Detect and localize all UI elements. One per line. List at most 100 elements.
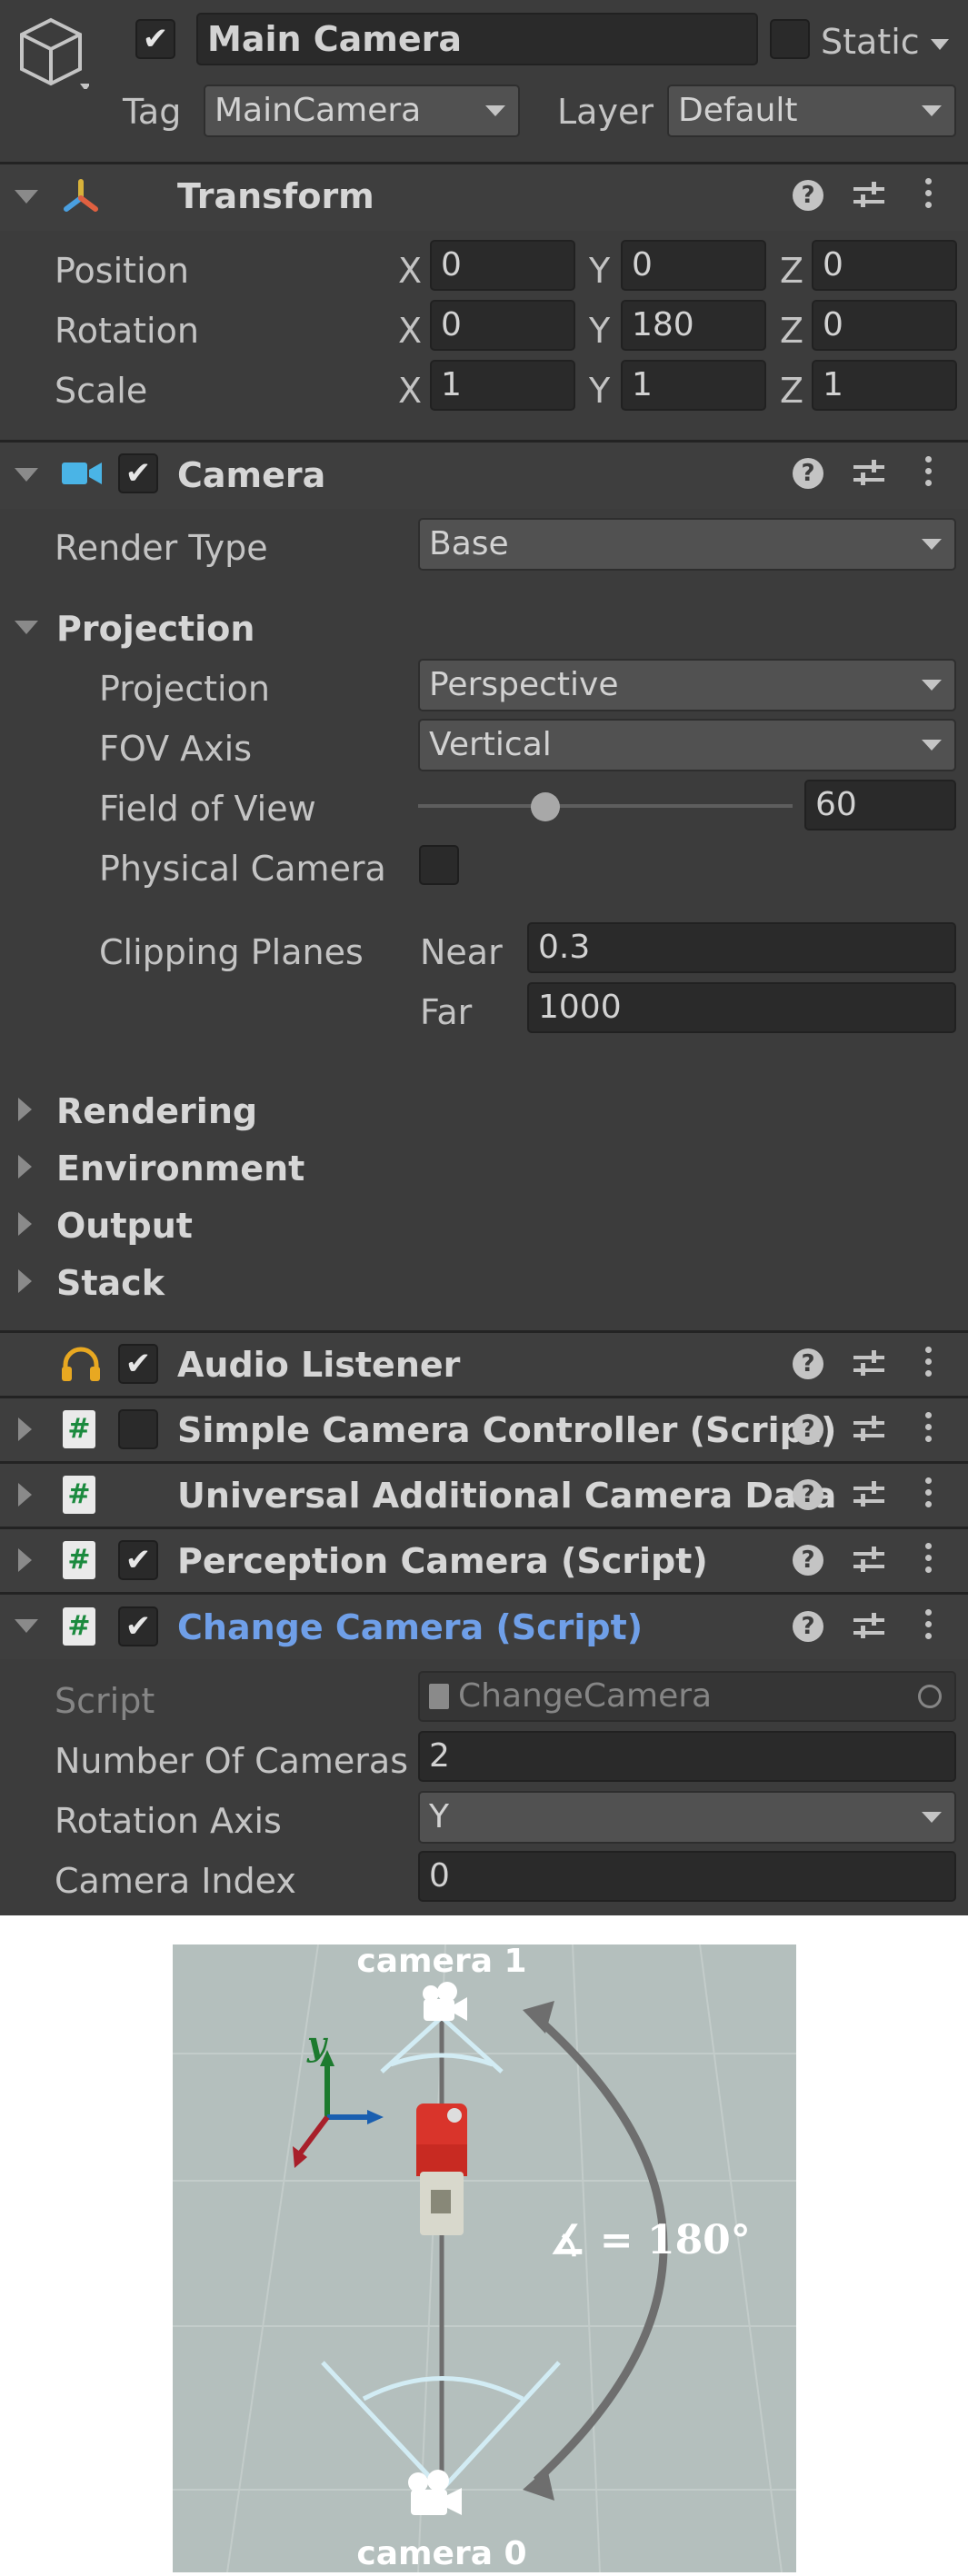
rotation-axis-dropdown[interactable]: Y	[418, 1791, 956, 1844]
kebab-menu-icon[interactable]	[925, 1412, 933, 1447]
object-picker-icon[interactable]	[918, 1685, 942, 1708]
axis-z-label[interactable]: Z	[780, 313, 803, 348]
headphones-icon	[60, 1345, 102, 1383]
fov-slider[interactable]	[418, 791, 793, 821]
axis-z-label[interactable]: Z	[780, 254, 803, 288]
kebab-menu-icon[interactable]	[925, 178, 933, 214]
scale-y-field[interactable]: 1	[621, 360, 766, 411]
preset-sliders-icon[interactable]	[853, 1416, 884, 1443]
fov-slider-track[interactable]	[418, 804, 793, 808]
far-label: Far	[420, 992, 473, 1032]
axis-y-label[interactable]: Y	[589, 254, 610, 288]
help-icon[interactable]: ?	[793, 1479, 823, 1510]
projection-dropdown[interactable]: Perspective	[418, 659, 956, 711]
environment-foldout[interactable]	[18, 1155, 32, 1179]
perception-foldout[interactable]	[18, 1548, 32, 1572]
rendering-section-title[interactable]: Rendering	[56, 1094, 257, 1129]
change-camera-checkbox[interactable]: ✔	[118, 1606, 158, 1646]
layer-dropdown[interactable]: Default	[667, 85, 956, 137]
rotation-label: Rotation	[55, 311, 199, 351]
cube-icon[interactable]	[16, 16, 91, 91]
camera-foldout[interactable]	[15, 468, 38, 482]
fov-axis-dropdown[interactable]: Vertical	[418, 719, 956, 771]
projection-label: Projection	[99, 669, 270, 709]
scale-z-field[interactable]: 1	[812, 360, 957, 411]
rotation-z-field[interactable]: 0	[812, 300, 957, 351]
number-of-cameras-field[interactable]: 2	[418, 1731, 956, 1782]
camera-index-field[interactable]: 0	[418, 1851, 956, 1902]
camera-title: Camera	[177, 455, 326, 495]
kebab-menu-icon[interactable]	[925, 1609, 933, 1645]
render-type-dropdown[interactable]: Base	[418, 518, 956, 571]
number-of-cameras-label: Number Of Cameras	[55, 1741, 409, 1781]
axis-x-label[interactable]: X	[398, 373, 422, 408]
physical-camera-checkbox[interactable]	[419, 845, 459, 885]
help-icon[interactable]: ?	[793, 1414, 823, 1445]
transform-title: Transform	[177, 176, 374, 216]
preset-sliders-icon[interactable]	[853, 460, 884, 487]
transform-foldout[interactable]	[15, 190, 38, 204]
rotation-y-field[interactable]: 180	[621, 300, 766, 351]
rendering-foldout[interactable]	[18, 1098, 32, 1121]
help-icon[interactable]: ?	[793, 458, 823, 489]
help-icon[interactable]: ?	[793, 1348, 823, 1379]
camera-0-label: camera 0	[356, 2535, 526, 2572]
script-icon: #	[63, 1476, 95, 1514]
tag-dropdown[interactable]: MainCamera	[204, 85, 520, 137]
preset-sliders-icon[interactable]	[853, 182, 884, 209]
universal-data-foldout[interactable]	[18, 1483, 32, 1507]
near-field[interactable]: 0.3	[527, 922, 956, 973]
simple-controller-foldout[interactable]	[18, 1417, 32, 1441]
axis-y-label[interactable]: Y	[589, 373, 610, 408]
script-icon: #	[63, 1410, 95, 1448]
environment-section-title[interactable]: Environment	[56, 1151, 304, 1186]
position-z-field[interactable]: 0	[812, 240, 957, 291]
gameobject-name-field[interactable]: Main Camera	[196, 13, 758, 65]
output-foldout[interactable]	[18, 1212, 32, 1236]
kebab-menu-icon[interactable]	[925, 456, 933, 492]
tag-label: Tag	[123, 92, 182, 132]
fov-value-field[interactable]: 60	[804, 780, 956, 830]
kebab-menu-icon[interactable]	[925, 1543, 933, 1578]
kebab-menu-icon[interactable]	[925, 1347, 933, 1382]
help-icon[interactable]: ?	[793, 180, 823, 211]
preset-sliders-icon[interactable]	[853, 1350, 884, 1378]
script-icon: #	[63, 1541, 95, 1579]
simple-controller-title: Simple Camera Controller (Script)	[177, 1410, 837, 1450]
change-camera-foldout[interactable]	[15, 1619, 38, 1633]
audio-listener-checkbox[interactable]: ✔	[118, 1344, 158, 1384]
simple-controller-checkbox[interactable]	[118, 1409, 158, 1449]
audio-listener-title: Audio Listener	[177, 1345, 461, 1385]
position-x-field[interactable]: 0	[430, 240, 575, 291]
preset-sliders-icon[interactable]	[853, 1481, 884, 1508]
y-axis-label: y	[306, 2025, 328, 2064]
axis-y-label[interactable]: Y	[589, 313, 610, 348]
projection-section-title[interactable]: Projection	[56, 612, 254, 646]
camera-enabled-checkbox[interactable]: ✔	[118, 453, 158, 493]
kebab-menu-icon[interactable]	[925, 1477, 933, 1513]
preset-sliders-icon[interactable]	[853, 1547, 884, 1574]
output-section-title[interactable]: Output	[56, 1208, 193, 1243]
axis-z-label[interactable]: Z	[780, 373, 803, 408]
position-y-field[interactable]: 0	[621, 240, 766, 291]
help-icon[interactable]: ?	[793, 1611, 823, 1642]
render-type-label: Render Type	[55, 528, 268, 568]
axis-x-label[interactable]: X	[398, 313, 422, 348]
axis-x-label[interactable]: X	[398, 254, 422, 288]
static-checkbox[interactable]	[770, 19, 810, 59]
perception-checkbox[interactable]: ✔	[118, 1540, 158, 1580]
stack-foldout[interactable]	[18, 1269, 32, 1293]
fov-slider-handle[interactable]	[531, 792, 561, 821]
scale-x-field[interactable]: 1	[430, 360, 575, 411]
camera-icon	[60, 457, 104, 490]
help-icon[interactable]: ?	[793, 1545, 823, 1576]
camera-index-label: Camera Index	[55, 1861, 296, 1901]
rotation-x-field[interactable]: 0	[430, 300, 575, 351]
stack-section-title[interactable]: Stack	[56, 1266, 165, 1300]
far-field[interactable]: 1000	[527, 982, 956, 1033]
preset-sliders-icon[interactable]	[853, 1613, 884, 1640]
script-file-icon	[429, 1684, 449, 1709]
projection-foldout[interactable]	[15, 621, 38, 634]
static-label[interactable]: Static	[821, 25, 949, 59]
gameobject-active-checkbox[interactable]: ✔	[135, 19, 175, 59]
